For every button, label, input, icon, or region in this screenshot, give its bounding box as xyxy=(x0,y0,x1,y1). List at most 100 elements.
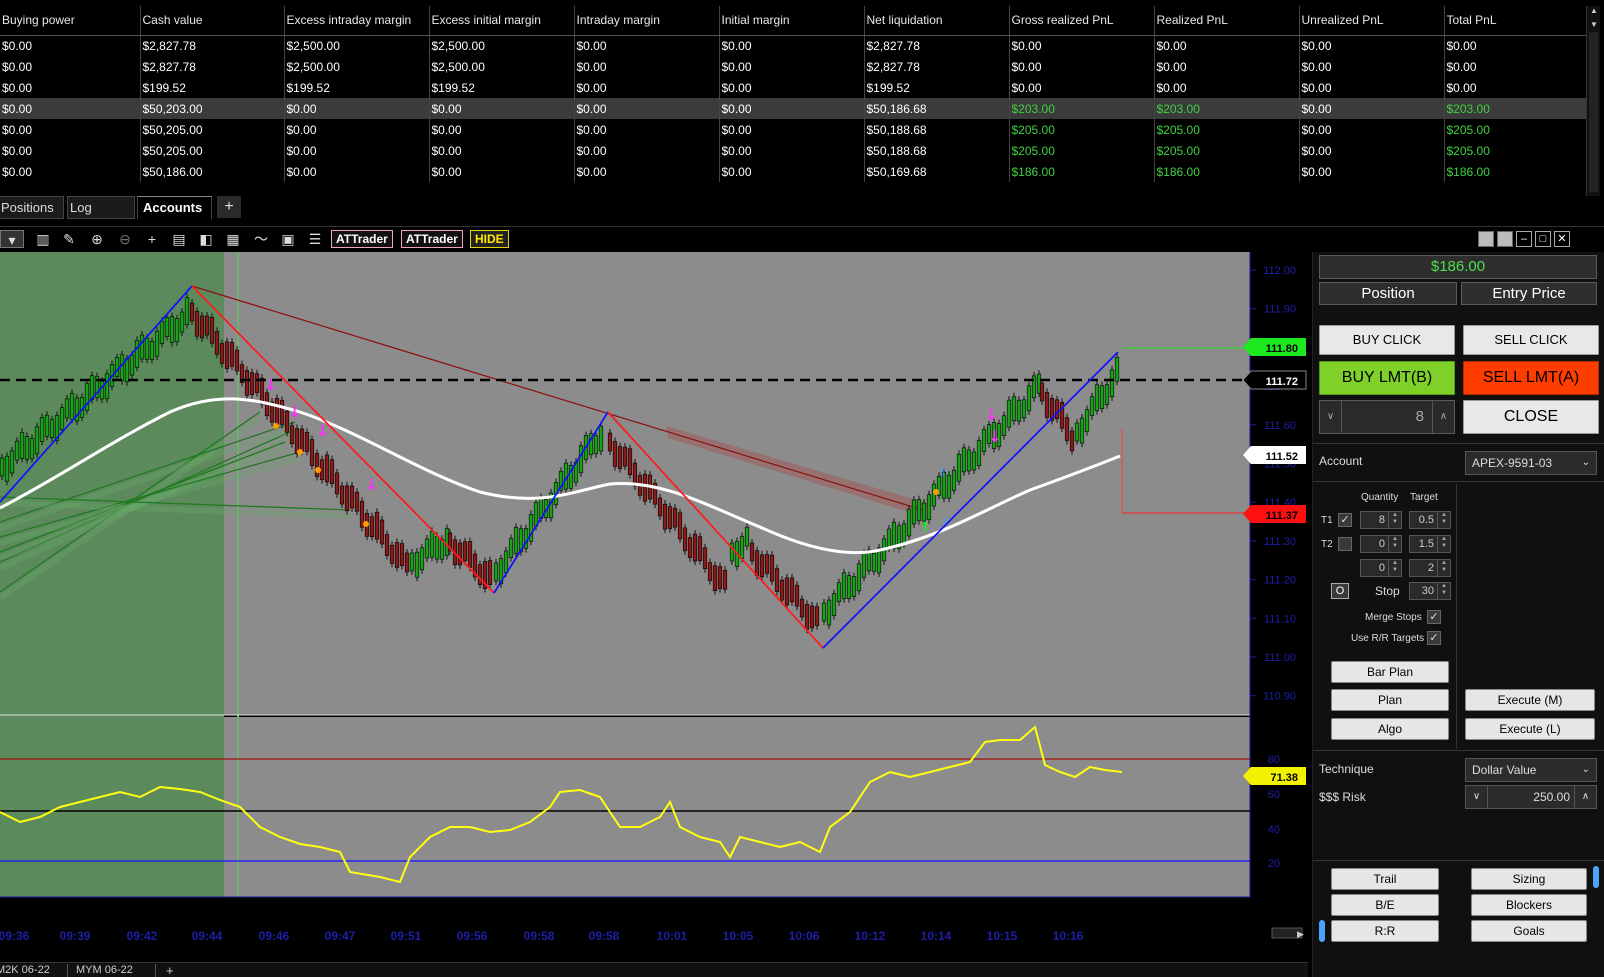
sell-click-button[interactable]: SELL CLICK xyxy=(1463,325,1599,355)
templates-icon[interactable]: ▤ xyxy=(170,230,188,248)
column-header[interactable]: Gross realized PnL xyxy=(1009,6,1155,36)
chevron-down-icon[interactable]: ∨ xyxy=(1320,401,1342,433)
merge-stops-checkbox[interactable]: ✓ xyxy=(1427,610,1441,624)
scroll-thumb[interactable] xyxy=(1589,32,1598,192)
panel-scrollbar[interactable] xyxy=(1593,866,1599,888)
window-tile-icon[interactable] xyxy=(1478,231,1494,247)
spin-arrows-icon[interactable]: ▲ ▼ xyxy=(1388,512,1401,528)
data-box-icon[interactable]: ▦ xyxy=(224,230,242,248)
table-row[interactable]: $0.00 $50,205.00 $0.00 $0.00 $0.00 $0.00 $50,1… xyxy=(0,119,1587,140)
crosshair-icon[interactable]: + xyxy=(143,230,161,248)
quantity-value[interactable]: 8 xyxy=(1416,401,1424,433)
attrader-button-2[interactable]: ATTrader xyxy=(401,230,463,248)
spin-arrows-icon[interactable]: ▲ ▼ xyxy=(1388,560,1401,576)
tab-instrument-2[interactable]: MYM 06-22 xyxy=(76,964,156,977)
scroll-right-icon[interactable]: ▶ xyxy=(1297,929,1304,939)
table-row[interactable]: $0.00 $50,205.00 $0.00 $0.00 $0.00 $0.00 $50,1… xyxy=(0,140,1587,161)
plan-button[interactable]: Plan xyxy=(1331,689,1449,711)
column-header[interactable]: Initial margin xyxy=(719,6,865,36)
draw-pencil-icon[interactable]: ✎ xyxy=(60,230,78,248)
chevron-up-icon[interactable]: ∧ xyxy=(1432,401,1454,433)
column-header[interactable]: Excess initial margin xyxy=(429,6,575,36)
grid-scrollbar[interactable]: ▲ ▼ xyxy=(1586,6,1600,196)
spin-arrows-icon[interactable]: ▲ ▼ xyxy=(1437,583,1450,599)
dropdown-icon[interactable]: ▾ xyxy=(0,230,24,248)
risk-stepper[interactable]: ∨ 250.00 ∧ xyxy=(1465,785,1597,809)
risk-reward-button[interactable]: R:R xyxy=(1331,920,1439,942)
chevron-down-icon[interactable]: ∨ xyxy=(1466,786,1488,808)
goals-button[interactable]: Goals xyxy=(1471,920,1587,942)
t1-checkbox[interactable]: ✓ xyxy=(1338,513,1352,527)
trail-button[interactable]: Trail xyxy=(1331,868,1439,890)
t2-checkbox[interactable] xyxy=(1338,537,1352,551)
bar-type-icon[interactable]: ▥ xyxy=(34,230,52,248)
t1-target-stepper[interactable]: 0.5 ▲ ▼ xyxy=(1409,511,1451,529)
scroll-up-icon[interactable]: ▲ xyxy=(1589,6,1599,16)
t2-target-stepper[interactable]: 1.5 ▲ ▼ xyxy=(1409,535,1451,553)
column-header[interactable]: Buying power xyxy=(0,6,141,36)
breakeven-button[interactable]: B/E xyxy=(1331,894,1439,916)
hide-button[interactable]: HIDE xyxy=(470,230,509,248)
buy-click-button[interactable]: BUY CLICK xyxy=(1319,325,1455,355)
close-position-button[interactable]: CLOSE xyxy=(1463,400,1599,434)
table-row[interactable]: $0.00 $2,827.78 $2,500.00 $2,500.00 $0.00 $0.… xyxy=(0,35,1587,56)
indicators-icon[interactable]: 〜 xyxy=(252,230,270,248)
column-header[interactable]: Net liquidation xyxy=(864,6,1010,36)
bar-plan-button[interactable]: Bar Plan xyxy=(1331,661,1449,683)
tab-instrument-1[interactable]: M2K 06-22 xyxy=(0,964,68,977)
use-rr-checkbox[interactable]: ✓ xyxy=(1427,631,1441,645)
risk-value[interactable]: 250.00 xyxy=(1533,786,1570,808)
table-row[interactable]: $0.00 $50,186.00 $0.00 $0.00 $0.00 $0.00 $50,1… xyxy=(0,161,1587,182)
column-header[interactable]: Excess intraday margin xyxy=(284,6,430,36)
t2-quantity-stepper[interactable]: 0 ▲ ▼ xyxy=(1360,535,1402,553)
column-header[interactable]: Unrealized PnL xyxy=(1299,6,1445,36)
add-tab-button[interactable]: + xyxy=(217,196,241,218)
tab-accounts[interactable]: Accounts xyxy=(137,196,212,219)
strategies-icon[interactable]: ▣ xyxy=(279,230,297,248)
spin-arrows-icon[interactable]: ▲ ▼ xyxy=(1437,560,1450,576)
maximize-icon[interactable]: □ xyxy=(1535,231,1551,247)
close-window-icon[interactable]: ✕ xyxy=(1554,231,1570,247)
column-header[interactable]: Total PnL xyxy=(1444,6,1587,36)
t3-quantity-stepper[interactable]: 0 ▲ ▼ xyxy=(1360,559,1402,577)
t1-quantity-stepper[interactable]: 8 ▲ ▼ xyxy=(1360,511,1402,529)
stop-stepper[interactable]: 30 ▲ ▼ xyxy=(1409,582,1451,600)
tab-positions[interactable]: Positions xyxy=(0,196,64,219)
scroll-down-icon[interactable]: ▼ xyxy=(1589,20,1599,30)
technique-select[interactable]: Dollar Value ⌄ xyxy=(1465,758,1597,782)
attrader-button-1[interactable]: ATTrader xyxy=(331,230,393,248)
price-chart[interactable]: ↓↓↓↓↓↓↑↑↓ 112.00111.90111.80111.70111.60… xyxy=(0,252,1308,977)
window-float-icon[interactable] xyxy=(1497,231,1513,247)
entry-price-button[interactable]: Entry Price xyxy=(1461,282,1597,305)
table-row[interactable]: $0.00 $50,203.00 $0.00 $0.00 $0.00 $0.00 $50,1… xyxy=(0,98,1587,119)
spin-arrows-icon[interactable]: ▲ ▼ xyxy=(1437,512,1450,528)
list-icon[interactable]: ☰ xyxy=(306,230,324,248)
table-row[interactable]: $0.00 $2,827.78 $2,500.00 $2,500.00 $0.00 $0.… xyxy=(0,56,1587,77)
spin-arrows-icon[interactable]: ▲ ▼ xyxy=(1437,536,1450,552)
chart-canvas[interactable]: ↓↓↓↓↓↓↑↑↓ 112.00111.90111.80111.70111.60… xyxy=(0,252,1308,977)
zoom-in-icon[interactable]: ⊕ xyxy=(88,230,106,248)
column-header[interactable]: Cash value xyxy=(140,6,285,36)
blockers-button[interactable]: Blockers xyxy=(1471,894,1587,916)
buy-limit-button[interactable]: BUY LMT(B) xyxy=(1319,361,1455,395)
position-button[interactable]: Position xyxy=(1319,282,1457,305)
tab-log[interactable]: Log xyxy=(67,196,135,219)
quantity-stepper[interactable]: ∨ 8 ∧ xyxy=(1319,400,1455,434)
zoom-out-icon[interactable]: ⊖ xyxy=(116,230,134,248)
properties-icon[interactable]: ◧ xyxy=(197,230,215,248)
o-toggle[interactable]: O xyxy=(1331,583,1349,599)
algo-button[interactable]: Algo xyxy=(1331,718,1449,740)
execute-l-button[interactable]: Execute (L) xyxy=(1465,718,1595,740)
execute-m-button[interactable]: Execute (M) xyxy=(1465,689,1595,711)
sell-limit-button[interactable]: SELL LMT(A) xyxy=(1463,361,1599,395)
spin-arrows-icon[interactable]: ▲ ▼ xyxy=(1388,536,1401,552)
column-header[interactable]: Realized PnL xyxy=(1154,6,1300,36)
chevron-up-icon[interactable]: ∧ xyxy=(1574,786,1596,808)
sizing-button[interactable]: Sizing xyxy=(1471,868,1587,890)
add-instrument-tab-button[interactable]: + xyxy=(166,963,174,977)
column-header[interactable]: Intraday margin xyxy=(574,6,720,36)
account-select[interactable]: APEX-9591-03 ⌄ xyxy=(1465,451,1597,475)
t3-target-stepper[interactable]: 2 ▲ ▼ xyxy=(1409,559,1451,577)
table-row[interactable]: $0.00 $199.52 $199.52 $199.52 $0.00 $0.00 $199… xyxy=(0,77,1587,98)
minimize-icon[interactable]: – xyxy=(1516,231,1532,247)
